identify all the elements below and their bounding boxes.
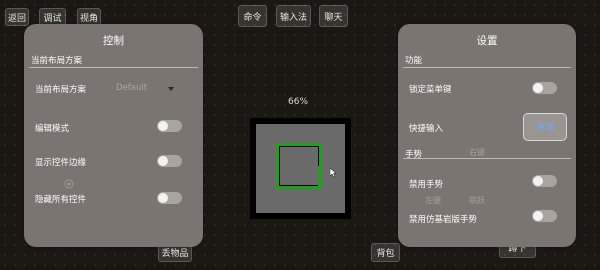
backpack-button[interactable]: 背包 — [371, 243, 400, 262]
zoom-label: 66% — [288, 97, 309, 107]
layout-select[interactable]: Default — [114, 79, 184, 97]
manage-button[interactable]: 管理 — [523, 113, 567, 141]
hide-all-label: 隐藏所有控件 — [35, 195, 87, 205]
layout-label: 当前布局方案 — [35, 85, 87, 95]
toggle-knob — [158, 156, 168, 166]
chevron-down-icon — [168, 87, 174, 91]
toggle-knob — [533, 211, 543, 221]
edit-mode-label: 编辑模式 — [35, 124, 70, 134]
settings-panel: 设置 功能 锁定菜单键 快捷输入 管理 手势 禁用手势 禁用仿基岩版手势 — [398, 24, 576, 247]
lock-menu-toggle[interactable] — [532, 82, 557, 94]
show-borders-label: 显示控件边缘 — [35, 158, 87, 168]
divider — [403, 67, 571, 68]
toggle-knob — [158, 121, 168, 131]
left-click-ghost-label: 左键 — [425, 196, 441, 205]
layout-preview[interactable] — [250, 118, 351, 219]
lock-menu-label: 锁定菜单键 — [409, 85, 452, 95]
cursor-icon — [329, 162, 337, 181]
right-click-ghost-label: 右键 — [469, 148, 485, 157]
show-borders-toggle[interactable] — [157, 155, 182, 167]
ime-button[interactable]: 输入法 — [276, 5, 311, 27]
function-section-header: 功能 — [405, 56, 423, 66]
layout-select-value: Default — [116, 83, 148, 93]
disable-gesture-toggle[interactable] — [532, 175, 557, 187]
layout-section-header: 当前布局方案 — [31, 56, 83, 66]
hide-all-toggle[interactable] — [157, 192, 182, 204]
disable-gesture-label: 禁用手势 — [409, 180, 444, 190]
disable-bedrock-gesture-label: 禁用仿基岩版手势 — [409, 215, 478, 225]
edit-mode-toggle[interactable] — [157, 120, 182, 132]
chat-button[interactable]: 聊天 — [319, 5, 348, 27]
preview-selection-box[interactable] — [276, 143, 322, 189]
control-panel: 控制 当前布局方案 当前布局方案 Default 编辑模式 显示控件边缘 隐藏所… — [24, 24, 203, 247]
toggle-knob — [158, 193, 168, 203]
divider — [403, 158, 571, 159]
disable-bedrock-gesture-toggle[interactable] — [532, 210, 557, 222]
toggle-knob — [533, 83, 543, 93]
divider — [29, 67, 198, 68]
move-icon — [62, 176, 76, 190]
preview-resize-handle[interactable] — [318, 166, 322, 188]
jump-ghost-label: 跳跃 — [469, 196, 485, 205]
settings-panel-title: 设置 — [476, 35, 498, 47]
command-button[interactable]: 命令 — [238, 5, 267, 27]
quick-input-label: 快捷输入 — [409, 124, 444, 134]
back-button[interactable]: 返回 — [5, 8, 29, 26]
control-panel-title: 控制 — [103, 35, 124, 47]
toggle-knob — [533, 176, 543, 186]
